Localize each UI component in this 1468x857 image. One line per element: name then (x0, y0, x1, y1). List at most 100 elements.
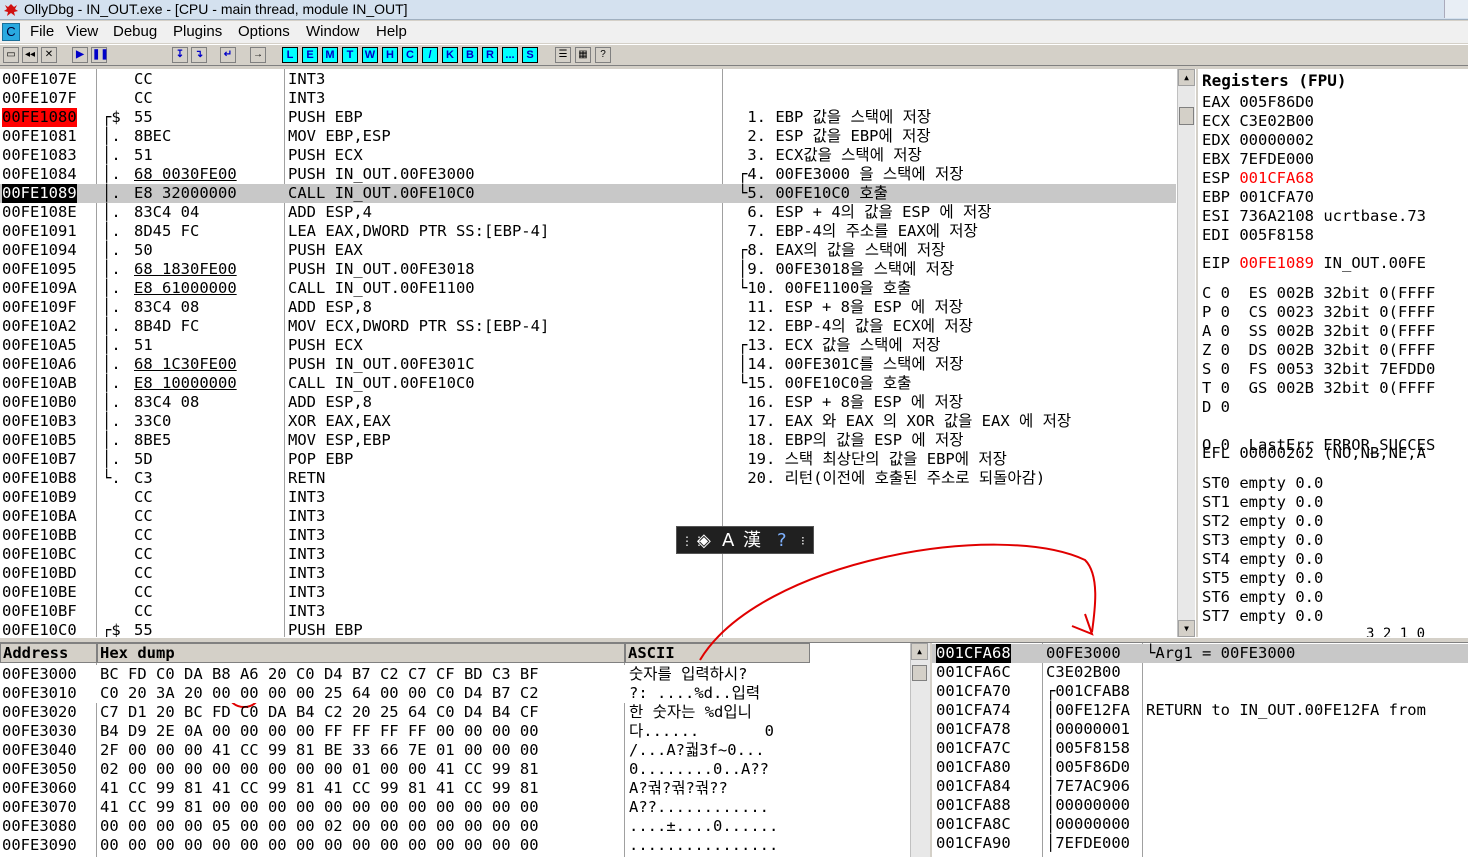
dump-hex-bytes[interactable]: BC FD C0 DA B8 A6 20 C0 D4 B7 C2 C7 CF B… (100, 665, 539, 684)
address-column-header[interactable]: Address (0, 643, 97, 663)
stack-value[interactable]: │7E7AC906 (1046, 777, 1130, 796)
dump-row[interactable]: 00FE3050 02 00 00 00 00 00 00 00 00 01 00… (0, 760, 910, 779)
ime-hanja-button[interactable]: 漢 (743, 530, 761, 552)
dump-row[interactable]: 00FE3030 B4 D9 2E 0A 00 00 00 00 FF FF FF… (0, 722, 910, 741)
windows-button[interactable]: W (362, 47, 378, 63)
dump-address[interactable]: 00FE3040 (2, 741, 77, 760)
disasm-row[interactable]: 00FE10B8 └. C3 RETN 20. 리턴(이전에 호출된 주소로 되돌아감… (0, 469, 1176, 488)
references-button[interactable]: R (482, 47, 498, 63)
log-window-button[interactable]: L (282, 47, 298, 63)
dump-hex-bytes[interactable]: B4 D9 2E 0A 00 00 00 00 FF FF FF FF 00 0… (100, 722, 539, 741)
disasm-row[interactable]: 00FE10C0 ┌$ 55 PUSH EBP (0, 621, 1176, 637)
register-row[interactable]: EBP 001CFA70 (1202, 188, 1323, 207)
disasm-address[interactable]: 00FE10B8 (2, 469, 77, 488)
disasm-row[interactable]: 00FE10A2 │. 8B4D FC MOV ECX,DWORD PTR SS:[E… (0, 317, 1176, 336)
stack-row[interactable]: 001CFA70 ┌001CFAB8 (932, 682, 1468, 701)
disasm-address[interactable]: 00FE109A (2, 279, 77, 298)
flag-row[interactable]: S 0 FS 0053 32bit 7EFDD0 (1202, 360, 1435, 379)
scroll-thumb[interactable] (1179, 107, 1194, 125)
flag-row[interactable]: P 0 CS 0023 32bit 0(FFFF (1202, 303, 1435, 322)
stack-value[interactable]: ┌001CFAB8 (1046, 682, 1130, 701)
disasm-row[interactable]: 00FE10BA CC INT3 (0, 507, 1176, 526)
dump-row[interactable]: 00FE3060 41 CC 99 81 41 CC 99 81 41 CC 99… (0, 779, 910, 798)
disasm-row[interactable]: 00FE10BB CC INT3 (0, 526, 1176, 545)
fpu-row[interactable]: ST3 empty 0.0 (1202, 531, 1323, 550)
disasm-row[interactable]: 00FE1094 │. 50 PUSH EAX ┌8. EAX의 값을 스택에 저장 (0, 241, 1176, 260)
dump-row[interactable]: 00FE3080 00 00 00 00 05 00 00 00 02 00 00… (0, 817, 910, 836)
disasm-address[interactable]: 00FE10BC (2, 545, 77, 564)
fpu-row[interactable]: ST7 empty 0.0 (1202, 607, 1323, 626)
flag-row[interactable]: C 0 ES 002B 32bit 0(FFFF (1202, 284, 1435, 303)
dump-hex-bytes[interactable]: C7 D1 20 BC FD C0 DA B4 C2 20 25 64 C0 D… (100, 703, 539, 722)
disasm-row[interactable]: 00FE107F CC INT3 (0, 89, 1176, 108)
stack-row[interactable]: 001CFA90 │7EFDE000 (932, 834, 1468, 853)
disasm-row[interactable]: 00FE10B7 │. 5D POP EBP 19. 스택 최상단의 값을 EBP에 … (0, 450, 1176, 469)
dump-hex-bytes[interactable]: 41 CC 99 81 00 00 00 00 00 00 00 00 00 0… (100, 798, 539, 817)
dump-ascii[interactable]: A??............ (629, 798, 769, 817)
dump-address[interactable]: 00FE3020 (2, 703, 77, 722)
disasm-row[interactable]: 00FE1081 │. 8BEC MOV EBP,ESP 2. ESP 값을 EBP에… (0, 127, 1176, 146)
dump-row[interactable]: 00FE3070 41 CC 99 81 00 00 00 00 00 00 00… (0, 798, 910, 817)
dump-ascii[interactable]: ................ (629, 836, 778, 855)
register-row[interactable]: ECX C3E02B00 (1202, 112, 1323, 131)
threads-button[interactable]: T (342, 47, 358, 63)
disasm-address[interactable]: 00FE1081 (2, 127, 77, 146)
dump-address[interactable]: 00FE3050 (2, 760, 77, 779)
breakpoints-button[interactable]: B (462, 47, 478, 63)
help-button[interactable]: ? (595, 47, 611, 63)
disasm-address[interactable]: 00FE10B0 (2, 393, 77, 412)
disasm-row[interactable]: 00FE109F │. 83C4 08 ADD ESP,8 11. ESP + 8을 … (0, 298, 1176, 317)
memory-map-button[interactable]: M (322, 47, 338, 63)
disasm-row[interactable]: 00FE1089 │. E8 32000000 CALL IN_OUT.00FE10C… (0, 184, 1176, 203)
stack-value[interactable]: │00FE12FA (1046, 701, 1130, 720)
disasm-address[interactable]: 00FE1091 (2, 222, 77, 241)
scroll-thumb[interactable] (912, 665, 927, 681)
dump-address[interactable]: 00FE3090 (2, 836, 77, 855)
dump-address[interactable]: 00FE3030 (2, 722, 77, 741)
menu-options[interactable]: Options (238, 23, 290, 41)
run-trace-button[interactable]: ... (502, 47, 518, 63)
register-value[interactable]: 001CFA68 (1239, 169, 1314, 187)
dump-row[interactable]: 00FE3000 BC FD C0 DA B8 A6 20 C0 D4 B7 C2… (0, 665, 910, 684)
patches-button[interactable]: / (422, 47, 438, 63)
disasm-row[interactable]: 00FE10B0 │. 83C4 08 ADD ESP,8 16. ESP + 8을 … (0, 393, 1176, 412)
disasm-address[interactable]: 00FE1095 (2, 260, 77, 279)
menu-plugins[interactable]: Plugins (173, 23, 222, 41)
stack-row[interactable]: 001CFA84 │7E7AC906 (932, 777, 1468, 796)
disasm-address[interactable]: 00FE1084 (2, 165, 77, 184)
stack-row[interactable]: 001CFA68 00FE3000 └Arg1 = 00FE3000 (932, 644, 1468, 663)
dump-hex-bytes[interactable]: 41 CC 99 81 41 CC 99 81 41 CC 99 81 41 C… (100, 779, 539, 798)
register-value[interactable]: 7EFDE000 (1239, 150, 1314, 168)
disasm-address[interactable]: 00FE10B9 (2, 488, 77, 507)
stack-value[interactable]: │7EFDE000 (1046, 834, 1130, 853)
open-icon[interactable]: ▭ (3, 47, 19, 63)
cpu-window-icon[interactable]: C (2, 23, 20, 41)
efl-row[interactable]: EFL 00000202 (NO,NB,NE,A (1202, 444, 1426, 463)
disasm-address[interactable]: 00FE10B7 (2, 450, 77, 469)
disasm-row[interactable]: 00FE1084 │. 68 0030FE00 PUSH IN_OUT.00FE300… (0, 165, 1176, 184)
register-row[interactable]: EDI 005F8158 (1202, 226, 1323, 245)
stack-value[interactable]: │00000001 (1046, 720, 1130, 739)
register-value[interactable]: 001CFA70 (1239, 188, 1314, 206)
dump-row[interactable]: 00FE3090 00 00 00 00 00 00 00 00 00 00 00… (0, 836, 910, 855)
fpu-row[interactable]: ST1 empty 0.0 (1202, 493, 1323, 512)
execute-till-return-icon[interactable]: ↵ (220, 47, 236, 63)
dump-hex-bytes[interactable]: 00 00 00 00 05 00 00 00 02 00 00 00 00 0… (100, 817, 539, 836)
disasm-row[interactable]: 00FE10A6 │. 68 1C30FE00 PUSH IN_OUT.00FE301… (0, 355, 1176, 374)
pause-icon[interactable]: ❚❚ (91, 47, 109, 63)
menu-file[interactable]: File (30, 23, 54, 41)
step-over-icon[interactable]: ↴ (191, 47, 207, 63)
dump-address[interactable]: 00FE3080 (2, 817, 77, 836)
scroll-up-icon[interactable]: ▲ (911, 643, 928, 660)
stack-value[interactable]: 00FE3000 (1046, 644, 1121, 663)
fpu-row[interactable]: ST5 empty 0.0 (1202, 569, 1323, 588)
register-row[interactable]: EDX 00000002 (1202, 131, 1323, 150)
disasm-row[interactable]: 00FE109A │. E8 61000000 CALL IN_OUT.00FE110… (0, 279, 1176, 298)
window-minimize-button[interactable] (1444, 0, 1468, 18)
menu-debug[interactable]: Debug (113, 23, 157, 41)
stack-address[interactable]: 001CFA74 (936, 701, 1011, 720)
stack-address[interactable]: 001CFA80 (936, 758, 1011, 777)
list-icon[interactable]: ☰ (555, 47, 571, 63)
disasm-row[interactable]: 00FE10AB │. E8 10000000 CALL IN_OUT.00FE10C… (0, 374, 1176, 393)
stack-value[interactable]: C3E02B00 (1046, 663, 1121, 682)
